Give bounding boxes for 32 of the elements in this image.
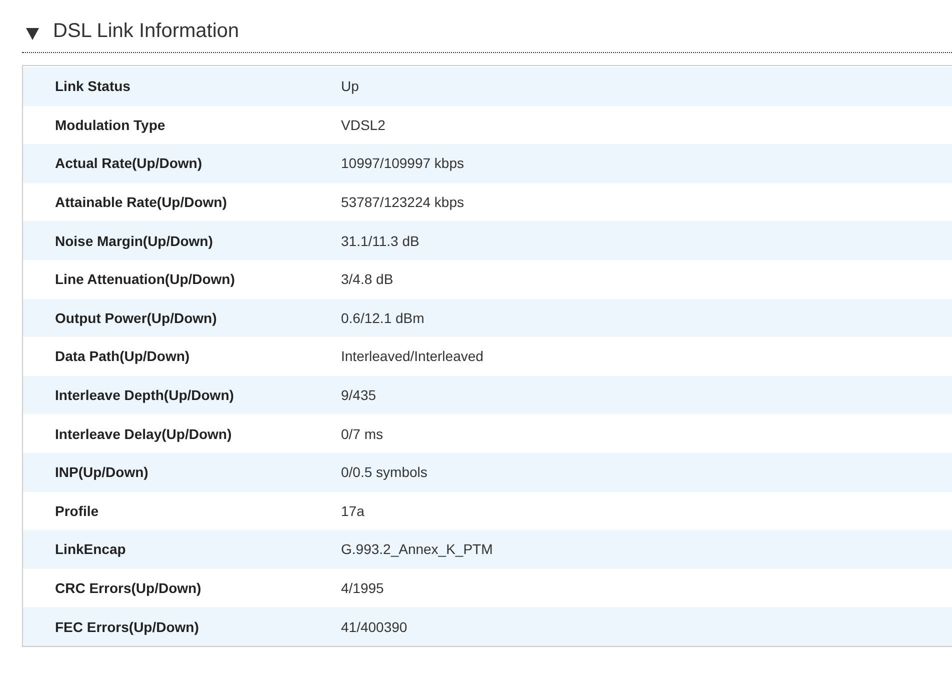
row-value: 31.1/11.3 dB bbox=[341, 232, 420, 249]
row-value: 3/4.8 dB bbox=[341, 271, 394, 288]
row-label: Data Path(Up/Down) bbox=[54, 348, 191, 364]
row-label: INP(Up/Down) bbox=[54, 464, 150, 480]
row-label: FEC Errors(Up/Down) bbox=[54, 618, 200, 635]
row-value: 0.6/12.1 dBm bbox=[341, 310, 424, 326]
row-value: G.993.2_Annex_K_PTM bbox=[341, 541, 493, 558]
row-value: 0/7 ms bbox=[341, 426, 384, 442]
row-value: VDSL2 bbox=[341, 116, 386, 133]
row-value: 4/1995 bbox=[341, 580, 384, 596]
row-label: Noise Margin(Up/Down) bbox=[54, 232, 214, 249]
row-label: Modulation Type bbox=[54, 116, 166, 133]
row-value: 10997/109997 kbps bbox=[341, 155, 464, 172]
row-label: Output Power(Up/Down) bbox=[54, 310, 218, 326]
row-label: Actual Rate(Up/Down) bbox=[54, 155, 203, 172]
row-value: Up bbox=[341, 78, 359, 94]
row-label: Link Status bbox=[54, 78, 132, 94]
row-value: 9/435 bbox=[341, 387, 376, 404]
row-label: Profile bbox=[54, 502, 100, 519]
row-value: 41/400390 bbox=[341, 618, 408, 635]
row-value: 53787/123224 kbps bbox=[341, 194, 464, 210]
row-label: CRC Errors(Up/Down) bbox=[54, 580, 202, 596]
row-label: Interleave Depth(Up/Down) bbox=[54, 387, 235, 404]
section-title: DSL Link Information bbox=[53, 20, 240, 43]
row-value: 17a bbox=[341, 502, 364, 519]
row-label: Line Attenuation(Up/Down) bbox=[54, 271, 236, 288]
row-label: Attainable Rate(Up/Down) bbox=[54, 194, 228, 210]
row-label: Interleave Delay(Up/Down) bbox=[54, 426, 233, 442]
collapse-triangle-icon[interactable] bbox=[26, 28, 39, 40]
row-value: Interleaved/Interleaved bbox=[341, 348, 484, 364]
row-value: 0/0.5 symbols bbox=[341, 464, 428, 480]
row-label: LinkEncap bbox=[54, 541, 127, 558]
